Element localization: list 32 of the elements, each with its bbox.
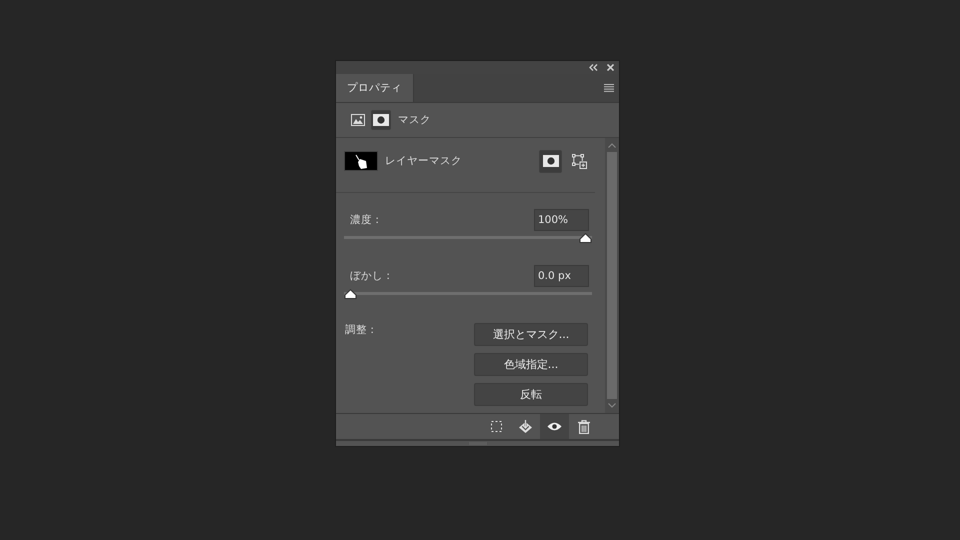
- scroll-down-icon[interactable]: [608, 403, 616, 408]
- scroll-up-icon[interactable]: [608, 143, 616, 148]
- value-field[interactable]: 0.0 px: [534, 265, 589, 287]
- panel-button[interactable]: 選択とマスク...: [474, 323, 588, 346]
- diamond-arrow-icon: [518, 420, 533, 434]
- collapse-icon[interactable]: [589, 64, 598, 71]
- slider-thumb[interactable]: [579, 233, 592, 243]
- tab[interactable]: プロパティ: [336, 74, 414, 102]
- value-field[interactable]: 100%: [534, 209, 589, 231]
- scroll-thumb[interactable]: [607, 152, 617, 399]
- slider-label: 濃度 :: [350, 213, 379, 227]
- mask-icon: [373, 114, 389, 126]
- vector-mask-add-icon: [572, 154, 587, 168]
- mode-label: マスク: [398, 113, 431, 127]
- panel-button[interactable]: 色域指定...: [474, 353, 588, 376]
- slider-label: ぼかし :: [350, 269, 390, 283]
- mask-button[interactable]: [539, 150, 562, 172]
- eye-icon: [547, 422, 562, 431]
- slider-thumb[interactable]: [344, 289, 357, 299]
- resize-grip-icon[interactable]: [468, 442, 486, 445]
- panel-button[interactable]: 反転: [474, 383, 588, 406]
- dashed-selection-icon: [491, 421, 502, 432]
- eye-button[interactable]: [540, 414, 569, 439]
- close-icon[interactable]: [607, 64, 614, 71]
- mask-thumbnail: [344, 151, 378, 171]
- scrollbar[interactable]: [605, 138, 619, 413]
- adjust-label: 調整 :: [345, 323, 374, 338]
- mask-icon: [542, 155, 558, 167]
- mask-button[interactable]: [371, 110, 391, 130]
- image-icon: [351, 114, 365, 126]
- trash-icon: [578, 420, 590, 434]
- layer-mask-label: レイヤーマスク: [385, 154, 462, 168]
